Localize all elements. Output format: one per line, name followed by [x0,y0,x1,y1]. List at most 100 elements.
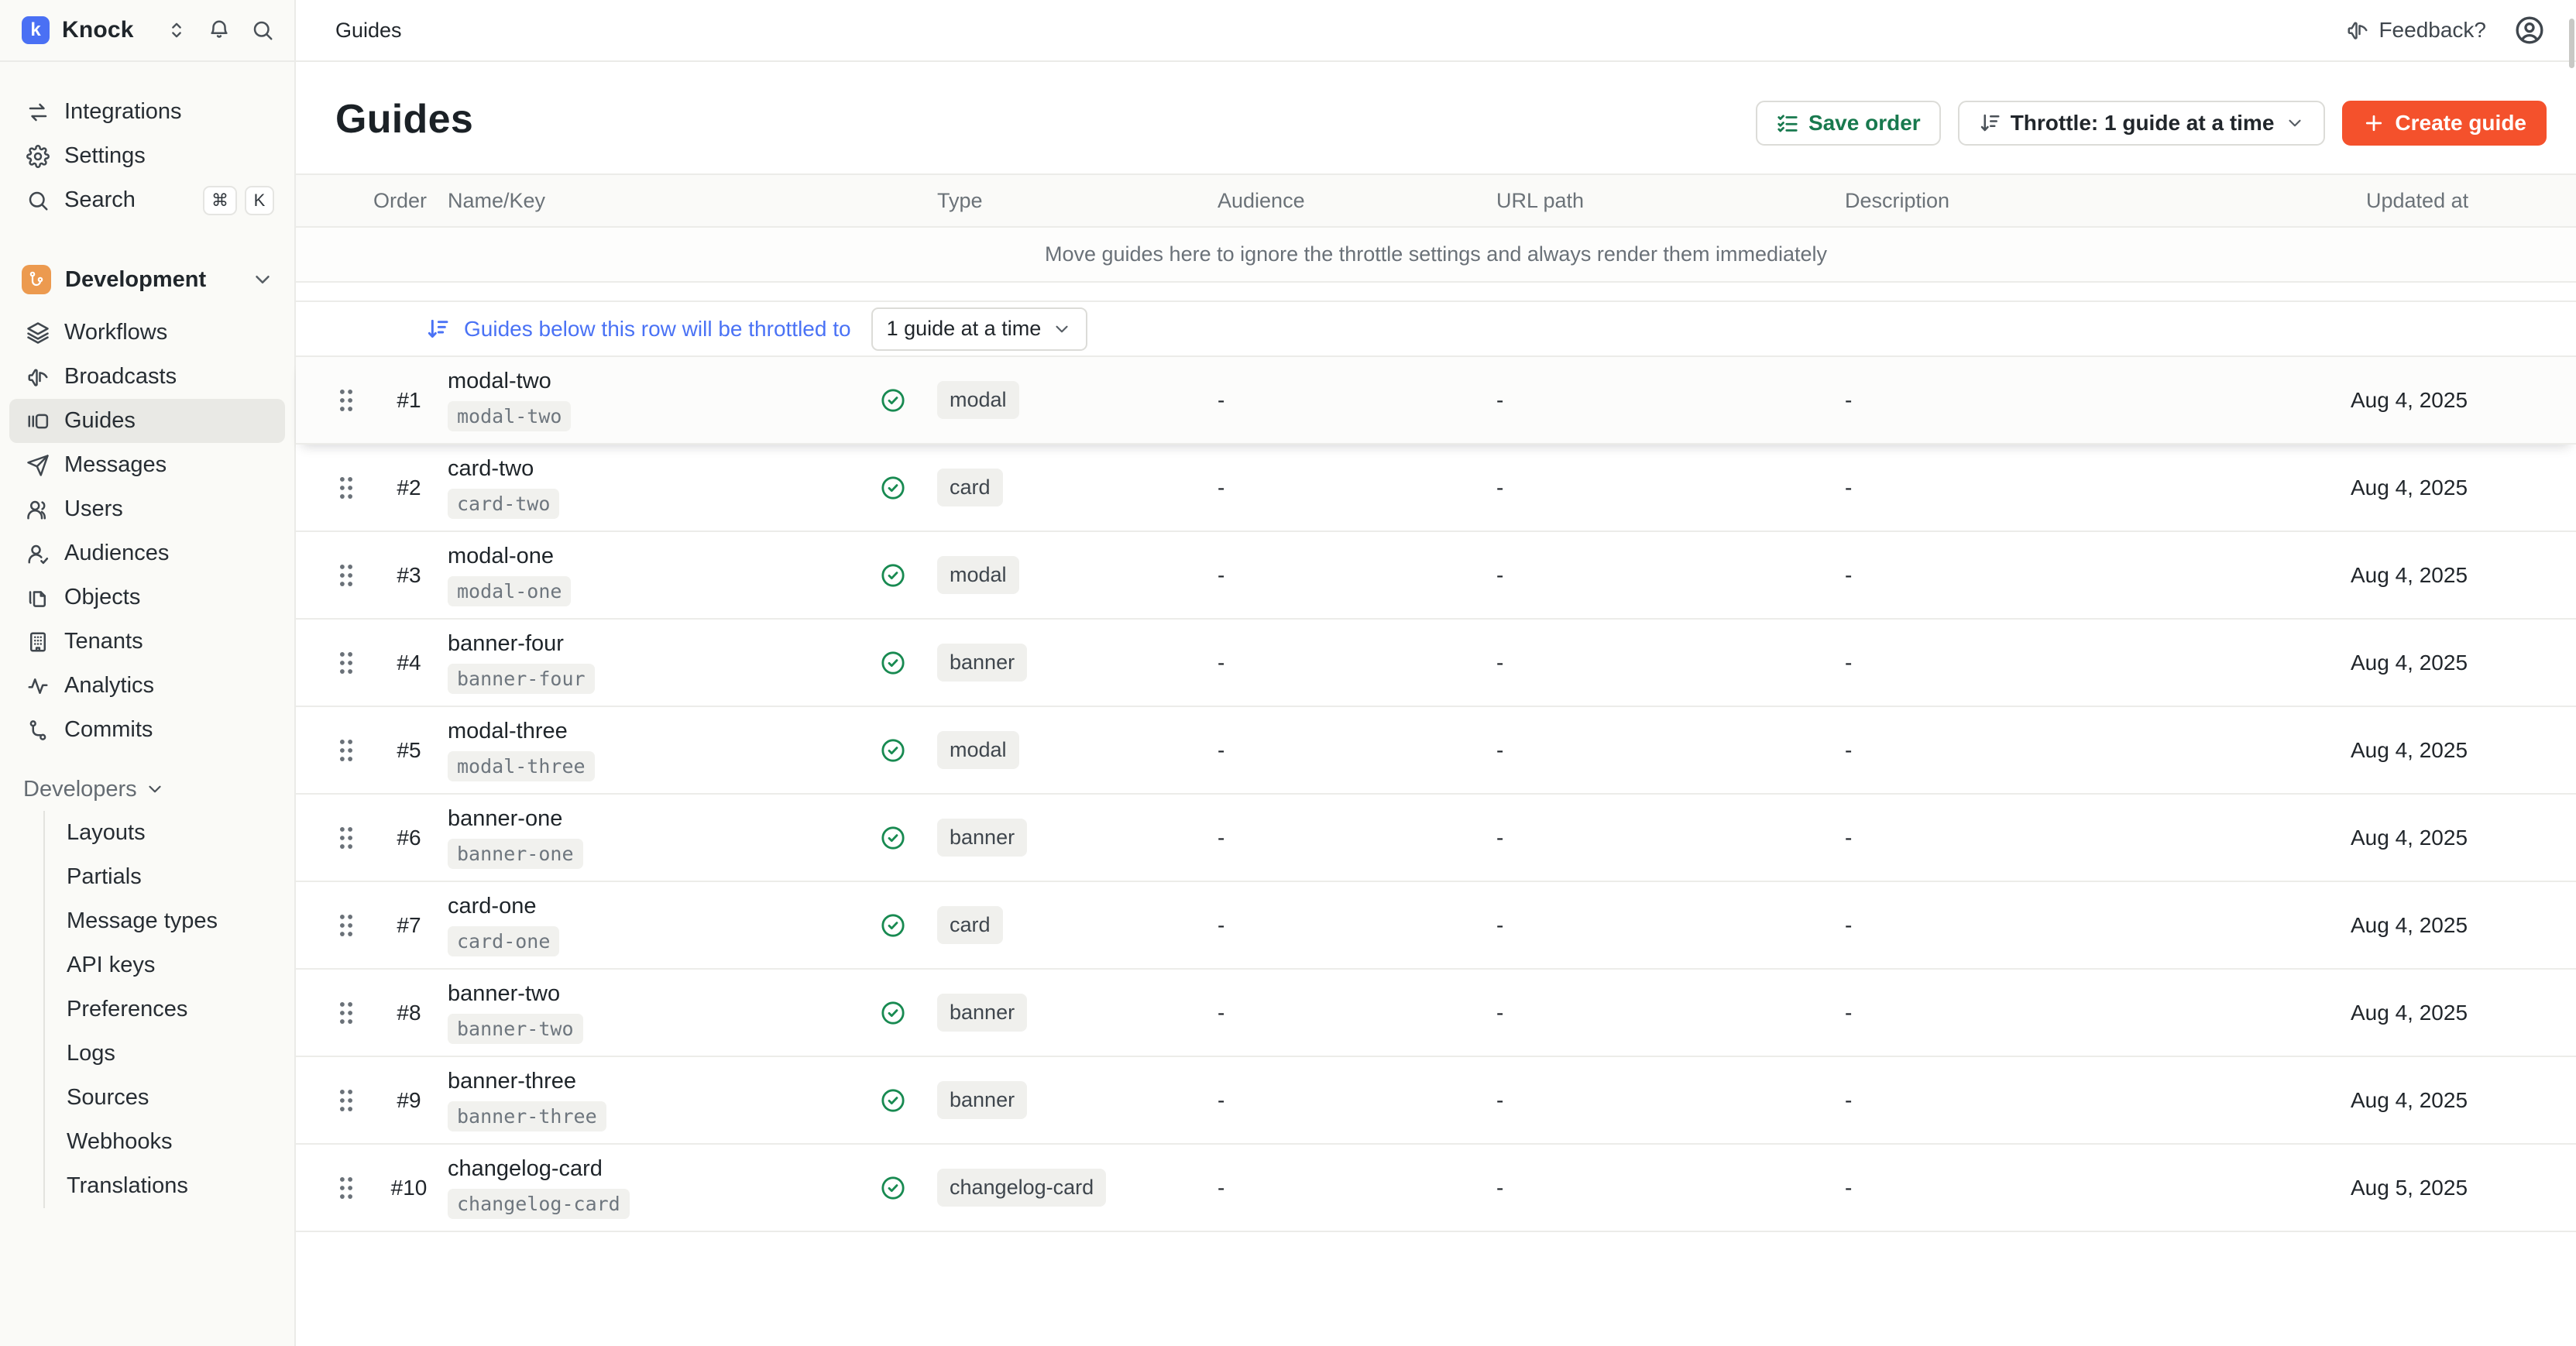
sidebar-item-search[interactable]: Search ⌘K [0,178,294,222]
guide-order: #3 [370,563,448,588]
sidebar-item-layouts[interactable]: Layouts [45,811,294,855]
sidebar-item-label: Messages [64,452,167,478]
chevrons-up-down-icon[interactable] [166,19,187,41]
sidebar-item-translations[interactable]: Translations [45,1164,294,1208]
bell-icon[interactable] [208,19,231,42]
sidebar-item-objects[interactable]: Objects [0,575,294,620]
guide-row[interactable]: #4 banner-four banner-four banner - - - … [296,620,2576,707]
table-header-row: OrderName/KeyTypeAudienceURL pathDescrip… [296,173,2576,228]
sidebar-item-users[interactable]: Users [0,487,294,531]
sidebar-item-preferences[interactable]: Preferences [45,987,294,1032]
developers-section-toggle[interactable]: Developers [0,767,294,811]
keycap: ⌘ [203,186,237,215]
feedback-button[interactable]: Feedback? [2346,18,2486,43]
sidebar-item-api-keys[interactable]: API keys [45,943,294,987]
updated-at-cell: Aug 4, 2025 [2351,388,2576,413]
sidebar-item-integrations[interactable]: Integrations [0,90,294,134]
guide-row[interactable]: #5 modal-three modal-three modal - - - A… [296,707,2576,795]
create-guide-button[interactable]: Create guide [2342,101,2547,146]
guide-row[interactable]: #3 modal-one modal-one modal - - - Aug 4… [296,532,2576,620]
guide-row[interactable]: #10 changelog-card changelog-card change… [296,1145,2576,1232]
column-header-url-path: URL path [1481,189,1829,213]
guide-key: modal-three [448,751,595,781]
column-header-updated-at: Updated at [2351,189,2576,213]
drag-handle-icon[interactable] [335,1175,358,1201]
guide-name: card-two [448,456,534,482]
drag-handle-icon[interactable] [335,825,358,851]
save-order-button[interactable]: Save order [1756,101,1941,146]
status-check-icon [875,562,931,589]
updated-at-cell: Aug 4, 2025 [2351,651,2576,675]
sidebar-item-workflows[interactable]: Workflows [0,311,294,355]
sidebar-item-guides[interactable]: Guides [9,399,285,443]
guide-row[interactable]: #7 card-one card-one card - - - Aug 4, 2… [296,882,2576,970]
audience-cell: - [1202,476,1481,500]
guide-row[interactable]: #8 banner-two banner-two banner - - - Au… [296,970,2576,1057]
guide-row[interactable]: #2 card-two card-two card - - - Aug 4, 2… [296,445,2576,532]
throttle-value-select[interactable]: 1 guide at a time [871,307,1088,351]
sidebar-item-commits[interactable]: Commits [0,708,294,752]
main-area: Guides Feedback? Guides Save order Throt… [296,0,2576,1346]
drag-handle-icon[interactable] [335,650,358,676]
chevron-down-icon [2285,113,2305,133]
sidebar-item-analytics[interactable]: Analytics [0,664,294,708]
sidebar-item-messages[interactable]: Messages [0,443,294,487]
description-cell: - [1829,913,2351,938]
sidebar-item-partials[interactable]: Partials [45,855,294,899]
megaphone-icon [26,366,50,389]
chevron-down-icon [251,268,274,291]
status-check-icon [875,737,931,764]
sidebar-item-webhooks[interactable]: Webhooks [45,1120,294,1164]
drag-handle-icon[interactable] [335,737,358,764]
guide-key: changelog-card [448,1189,630,1219]
guide-row[interactable]: #9 banner-three banner-three banner - - … [296,1057,2576,1145]
sidebar-item-sources[interactable]: Sources [45,1076,294,1120]
guide-key: banner-two [448,1014,583,1044]
drag-handle-icon[interactable] [335,562,358,589]
sidebar-item-label: Analytics [64,673,154,699]
sidebar-item-label: API keys [67,953,155,978]
description-cell: - [1829,1088,2351,1113]
search-shortcut: ⌘K [203,186,274,215]
drag-handle-icon[interactable] [335,912,358,939]
url-path-cell: - [1481,388,1829,413]
type-badge: modal [937,381,1019,419]
drag-handle-icon[interactable] [335,387,358,414]
environment-switcher[interactable]: Development [0,255,294,304]
sidebar-item-message-types[interactable]: Message types [45,899,294,943]
feedback-label: Feedback? [2379,18,2486,43]
guide-rows: #1 modal-two modal-two modal - - - Aug 4… [296,357,2576,1232]
search-icon[interactable] [251,19,274,42]
pages-icon [26,586,50,609]
page-title: Guides [335,96,473,142]
building-icon [26,630,50,654]
url-path-cell: - [1481,913,1829,938]
guide-row[interactable]: #6 banner-one banner-one banner - - - Au… [296,795,2576,882]
knock-logo: k [22,16,50,44]
sidebar-item-label: Search [64,187,136,213]
user-avatar-icon[interactable] [2514,15,2545,46]
sidebar-item-broadcasts[interactable]: Broadcasts [0,355,294,399]
sidebar-item-logs[interactable]: Logs [45,1032,294,1076]
drag-handle-icon[interactable] [335,475,358,501]
vertical-scrollbar[interactable] [2569,19,2574,68]
audience-cell: - [1202,388,1481,413]
audience-cell: - [1202,826,1481,850]
sidebar-item-tenants[interactable]: Tenants [0,620,294,664]
drag-handle-icon[interactable] [335,1000,358,1026]
sidebar-item-label: Sources [67,1085,149,1111]
send-icon [26,454,50,477]
drag-handle-icon[interactable] [335,1087,358,1114]
description-cell: - [1829,651,2351,675]
audience-cell: - [1202,738,1481,763]
column-header-description: Description [1829,189,2351,213]
guide-row[interactable]: #1 modal-two modal-two modal - - - Aug 4… [296,357,2576,445]
sidebar-item-label: Settings [64,143,146,169]
updated-at-cell: Aug 4, 2025 [2351,1001,2576,1025]
sidebar-item-settings[interactable]: Settings [0,134,294,178]
guide-order: #2 [370,476,448,500]
type-badge: card [937,906,1003,944]
sidebar-env-nav: Workflows Broadcasts Guides Messages Use… [0,311,294,752]
throttle-dropdown-button[interactable]: Throttle: 1 guide at a time [1958,101,2326,146]
sidebar-item-audiences[interactable]: Audiences [0,531,294,575]
